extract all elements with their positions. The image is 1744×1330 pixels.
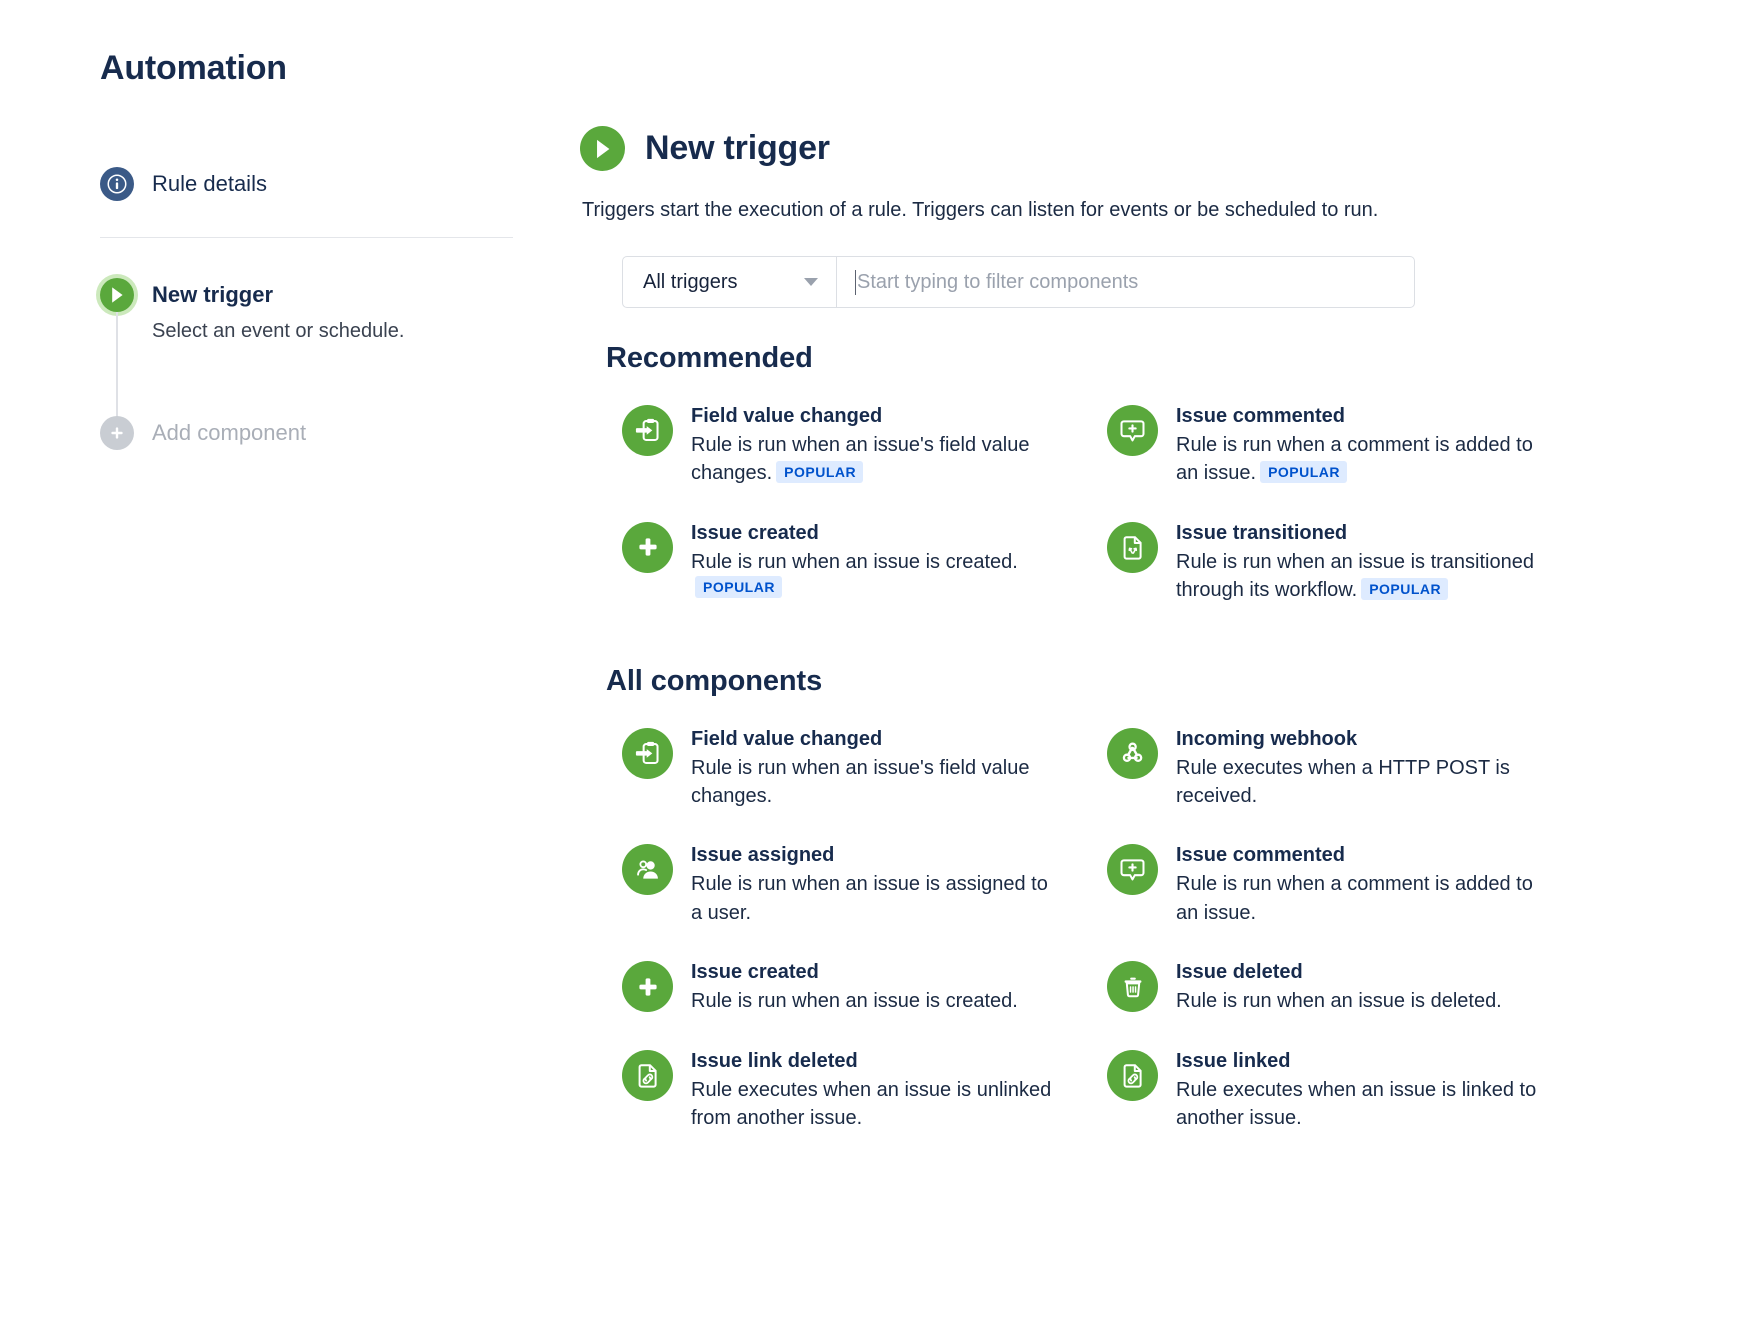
- component-search-wrap[interactable]: [837, 257, 1414, 307]
- trash-icon: [1107, 961, 1158, 1013]
- component-title: Field value changed: [691, 727, 883, 750]
- component-title: Field value changed: [691, 405, 883, 427]
- sidebar-connector-line: [116, 311, 118, 418]
- component-issue-link-deleted[interactable]: Issue link deleted Rule executes when an…: [622, 1034, 1057, 1151]
- chevron-down-icon: [804, 278, 818, 286]
- component-issue-commented[interactable]: Issue commented Rule is run when a comme…: [1107, 828, 1542, 945]
- component-title: Issue deleted: [1176, 961, 1303, 984]
- component-title: Issue created: [691, 521, 819, 544]
- component-description: Rule is run when an issue is deleted.: [1176, 990, 1502, 1013]
- sidebar-step-new-trigger[interactable]: New trigger Select an event or schedule.: [100, 277, 580, 418]
- comment-plus-icon: [1107, 844, 1158, 896]
- component-title: Issue created: [691, 961, 819, 984]
- component-description: Rule is run when a comment is added to a…: [1176, 873, 1533, 924]
- sidebar-step-add-component[interactable]: Add component: [100, 416, 580, 451]
- trigger-type-select-value: All triggers: [643, 270, 738, 293]
- page-layout: Automation Rule details New trigger Sele…: [0, 0, 1744, 1330]
- component-title: Issue assigned: [691, 844, 835, 867]
- plus-icon: [622, 961, 673, 1013]
- popular-badge: POPULAR: [776, 461, 864, 484]
- field-value-changed-icon: [622, 405, 673, 456]
- component-title: Issue link deleted: [691, 1049, 858, 1072]
- info-circle-icon: [100, 166, 134, 201]
- field-value-changed-icon: [622, 727, 673, 779]
- all-components-grid: Field value changed Rule is run when an …: [622, 712, 1684, 1151]
- webhook-icon: [1107, 727, 1158, 779]
- component-description: Rule is run when a comment is added to a…: [1176, 434, 1533, 485]
- component-description: Rule is run when an issue is created.: [691, 990, 1018, 1013]
- component-title: Issue linked: [1176, 1049, 1291, 1072]
- play-icon: [100, 277, 134, 312]
- component-description: Rule is run when an issue's field value …: [691, 756, 1030, 807]
- panel-title: New trigger: [645, 129, 830, 167]
- page-link-icon: [1107, 1049, 1158, 1101]
- sidebar-step-label: New trigger: [152, 281, 274, 307]
- panel-description: Triggers start the execution of a rule. …: [582, 199, 1379, 221]
- sidebar-divider: [100, 236, 513, 238]
- plus-icon: [622, 521, 673, 573]
- component-issue-linked[interactable]: Issue linked Rule executes when an issue…: [1107, 1034, 1542, 1151]
- sidebar-step-subtext: Select an event or schedule.: [152, 320, 405, 343]
- text-cursor: [855, 269, 856, 295]
- popular-badge: POPULAR: [695, 576, 782, 599]
- component-description: Rule is run when an issue is transitione…: [1176, 550, 1534, 602]
- component-issue-transitioned[interactable]: Issue transitioned Rule is run when an i…: [1107, 506, 1542, 623]
- section-title-recommended: Recommended: [606, 342, 813, 374]
- component-description: Rule executes when an issue is unlinked …: [691, 1078, 1052, 1129]
- component-issue-created[interactable]: Issue created Rule is run when an issue …: [622, 945, 1057, 1033]
- component-description: Rule executes when an issue is linked to…: [1176, 1078, 1537, 1129]
- component-description: Rule is run when an issue is assigned to…: [691, 873, 1048, 924]
- component-incoming-webhook[interactable]: Incoming webhook Rule executes when a HT…: [1107, 712, 1542, 829]
- page-link-icon: [622, 1049, 673, 1101]
- automation-page-card: Automation Rule details New trigger Sele…: [0, 0, 1744, 1330]
- component-search-input[interactable]: [857, 270, 1396, 294]
- component-description: Rule executes when a HTTP POST is receiv…: [1176, 756, 1510, 807]
- component-title: Issue commented: [1176, 844, 1345, 867]
- component-issue-commented[interactable]: Issue commented Rule is run when a comme…: [1107, 389, 1542, 506]
- component-title: Issue commented: [1176, 405, 1345, 427]
- comment-plus-icon: [1107, 405, 1158, 456]
- component-field-value-changed[interactable]: Field value changed Rule is run when an …: [622, 389, 1057, 506]
- section-title-all-components: All components: [606, 664, 823, 697]
- sidebar-step-rule-details[interactable]: Rule details: [100, 166, 580, 201]
- panel-heading: New trigger: [580, 126, 1684, 171]
- trigger-type-select[interactable]: All triggers: [623, 257, 837, 307]
- person-assign-icon: [622, 844, 673, 896]
- component-filter-bar: All triggers: [622, 256, 1415, 308]
- sidebar-step-label: Add component: [152, 420, 307, 446]
- sidebar-step-label: Rule details: [152, 170, 267, 196]
- page-transition-icon: [1107, 521, 1158, 573]
- component-description: Rule is run when an issue is created.: [691, 550, 1018, 573]
- recommended-components-grid: Field value changed Rule is run when an …: [622, 389, 1684, 623]
- popular-badge: POPULAR: [1260, 461, 1348, 484]
- trigger-picker-panel: New trigger Triggers start the execution…: [580, 0, 1744, 1150]
- component-title: Issue transitioned: [1176, 521, 1348, 544]
- page-title: Automation: [100, 49, 287, 87]
- popular-badge: POPULAR: [1361, 578, 1449, 601]
- rule-builder-sidebar: Automation Rule details New trigger Sele…: [0, 0, 580, 451]
- component-title: Incoming webhook: [1176, 727, 1358, 750]
- play-icon: [580, 126, 625, 171]
- component-issue-created[interactable]: Issue created Rule is run when an issue …: [622, 506, 1057, 623]
- plus-icon: [100, 416, 134, 451]
- component-issue-deleted[interactable]: Issue deleted Rule is run when an issue …: [1107, 945, 1542, 1033]
- component-field-value-changed[interactable]: Field value changed Rule is run when an …: [622, 712, 1057, 829]
- component-issue-assigned[interactable]: Issue assigned Rule is run when an issue…: [622, 828, 1057, 945]
